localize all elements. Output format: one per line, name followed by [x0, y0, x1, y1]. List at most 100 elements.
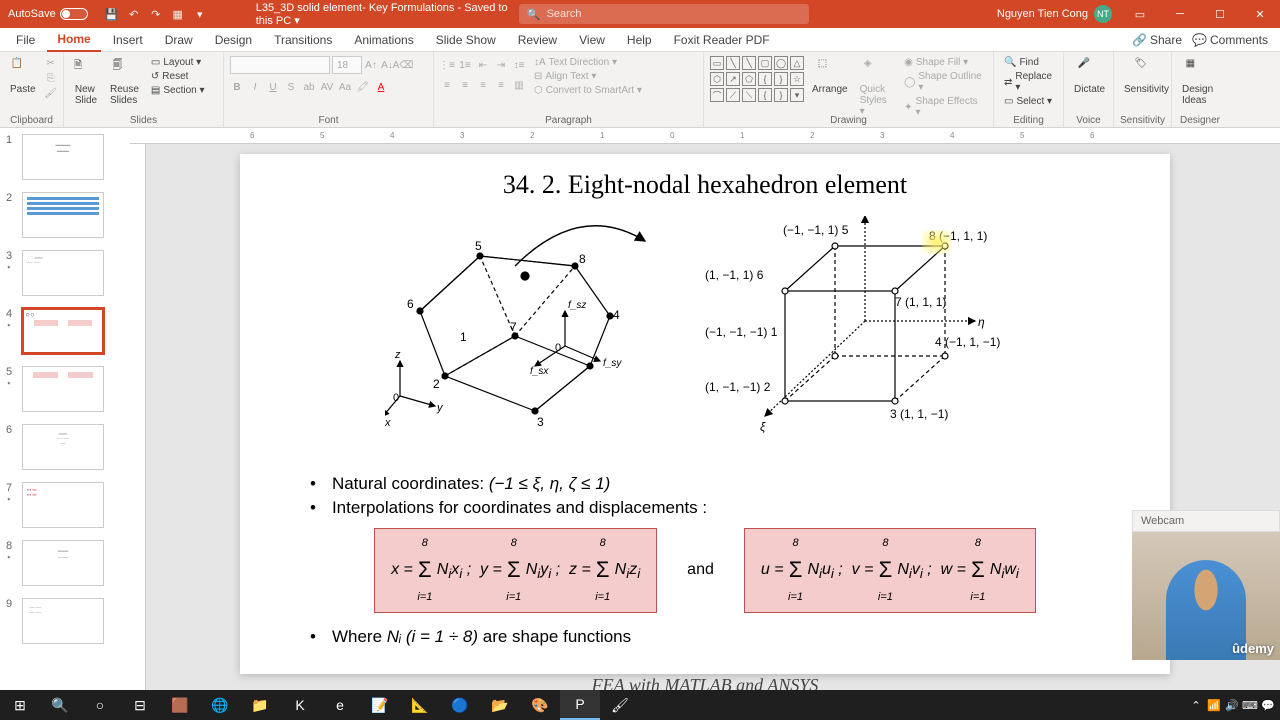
- tab-foxit[interactable]: Foxit Reader PDF: [664, 29, 780, 51]
- tab-transitions[interactable]: Transitions: [264, 29, 342, 51]
- highlight-icon[interactable]: 🖍: [356, 80, 370, 94]
- replace-button[interactable]: ⇄ Replace ▾: [1000, 70, 1057, 94]
- search-input[interactable]: [547, 8, 801, 20]
- explorer-icon[interactable]: 📂: [480, 690, 520, 720]
- align-text-button[interactable]: ⊟ Align Text ▾: [530, 70, 646, 83]
- tab-review[interactable]: Review: [508, 29, 567, 51]
- font-family-input[interactable]: [230, 56, 330, 74]
- shape-fill-button[interactable]: ◉ Shape Fill ▾: [900, 56, 987, 69]
- app-3-icon[interactable]: 📁: [240, 690, 280, 720]
- font-size-input[interactable]: [332, 56, 362, 74]
- diagram-area[interactable]: 1 2 3 4 5 6 7 8 x y z 0 f_sx f_sy f_sz 0: [280, 216, 1130, 466]
- indent-inc-icon[interactable]: ⇥: [494, 58, 508, 72]
- undo-icon[interactable]: ↶: [126, 6, 142, 22]
- slide-canvas[interactable]: 34. 2. Eight-nodal hexahedron element: [240, 154, 1170, 674]
- app-10-icon[interactable]: 🎨: [520, 690, 560, 720]
- slide-thumb-7[interactable]: ▪▪▪ ▪▪▪▪▪▪ ▪▪▪: [22, 482, 104, 528]
- shape-outline-button[interactable]: ◯ Shape Outline ▾: [900, 70, 987, 94]
- new-slide-button[interactable]: 🗎 New Slide: [70, 56, 102, 108]
- slide-thumb-6[interactable]: ═══── ────: [22, 424, 104, 470]
- paint-icon[interactable]: 🖌: [600, 690, 640, 720]
- format-painter-icon[interactable]: 🖌: [44, 86, 58, 100]
- bullets-icon[interactable]: ⋮≡: [440, 58, 454, 72]
- shadow-icon[interactable]: ab: [302, 80, 316, 94]
- text-direction-button[interactable]: ↕A Text Direction ▾: [530, 56, 646, 69]
- user-account[interactable]: Nguyen Tien Cong NT: [989, 5, 1120, 23]
- taskview-icon[interactable]: ⊟: [120, 690, 160, 720]
- arrange-button[interactable]: ⬚ Arrange: [808, 56, 852, 97]
- comments-button[interactable]: 💬 Comments: [1192, 33, 1268, 47]
- tray-up-icon[interactable]: ⌃: [1188, 697, 1204, 713]
- slide-thumb-3[interactable]: ∴ ∵ ═══── ──: [22, 250, 104, 296]
- autosave-control[interactable]: AutoSave: [0, 8, 96, 20]
- case-icon[interactable]: Aa: [338, 80, 352, 94]
- matlab-icon[interactable]: 📐: [400, 690, 440, 720]
- dictate-button[interactable]: 🎤 Dictate: [1070, 56, 1109, 97]
- tab-insert[interactable]: Insert: [103, 29, 153, 51]
- maximize-button[interactable]: ☐: [1200, 0, 1240, 28]
- slide-thumb-2[interactable]: [22, 192, 104, 238]
- smartart-button[interactable]: ⬡ Convert to SmartArt ▾: [530, 84, 646, 97]
- quick-styles-button[interactable]: ◈ Quick Styles ▾: [856, 56, 897, 119]
- formula-xyz[interactable]: x = 8Σi=1 Nixi ; y = 8Σi=1 Niyi ; z = 8Σ…: [374, 528, 657, 613]
- tab-slideshow[interactable]: Slide Show: [426, 29, 506, 51]
- save-icon[interactable]: 💾: [104, 6, 120, 22]
- numbering-icon[interactable]: 1≡: [458, 58, 472, 72]
- horizontal-ruler[interactable]: 6543210123456: [130, 128, 1280, 144]
- indent-dec-icon[interactable]: ⇤: [476, 58, 490, 72]
- find-button[interactable]: 🔍 Find: [1000, 56, 1057, 69]
- tab-help[interactable]: Help: [617, 29, 662, 51]
- autosave-toggle[interactable]: [60, 8, 88, 20]
- ribbon-display-icon[interactable]: ▭: [1120, 0, 1160, 28]
- reuse-slides-button[interactable]: 🗐 Reuse Slides: [106, 56, 143, 108]
- search-box[interactable]: 🔍: [519, 4, 809, 24]
- tray-notif-icon[interactable]: 💬: [1260, 697, 1276, 713]
- webcam-panel[interactable]: Webcam: [1132, 510, 1280, 660]
- slide-thumb-4[interactable]: ⬠ ⬡: [22, 308, 104, 354]
- select-button[interactable]: ▭ Select ▾: [1000, 95, 1057, 108]
- start-button[interactable]: ⊞: [0, 690, 40, 720]
- slide-editor[interactable]: 6543210123456 34. 2. Eight-nodal hexahed…: [130, 128, 1280, 690]
- edge-icon[interactable]: e: [320, 690, 360, 720]
- tab-animations[interactable]: Animations: [344, 29, 423, 51]
- taskbar[interactable]: ⊞ 🔍 ○ ⊟ 🟫 🌐 📁 K e 📝 📐 🔵 📂 🎨 P 🖌 ⌃ 📶 🔊 ⌨ …: [0, 690, 1280, 720]
- from-beginning-icon[interactable]: ▦: [170, 6, 186, 22]
- tab-file[interactable]: File: [6, 29, 45, 51]
- slide-thumb-5[interactable]: [22, 366, 104, 412]
- section-button[interactable]: ▤ Section ▾: [147, 84, 209, 97]
- design-ideas-button[interactable]: ▦ Design Ideas: [1178, 56, 1217, 108]
- increase-font-icon[interactable]: A↑: [364, 58, 378, 72]
- clear-format-icon[interactable]: A⌫: [396, 58, 410, 72]
- paste-button[interactable]: 📋 Paste: [6, 56, 40, 97]
- font-color-icon[interactable]: A: [374, 80, 388, 94]
- slide-footer[interactable]: FEA with MATLAB and ANSYS: [280, 675, 1130, 690]
- italic-icon[interactable]: I: [248, 80, 262, 94]
- powerpoint-icon[interactable]: P: [560, 690, 600, 720]
- bold-icon[interactable]: B: [230, 80, 244, 94]
- slide-title[interactable]: 34. 2. Eight-nodal hexahedron element: [280, 170, 1130, 200]
- align-left-icon[interactable]: ≡: [440, 78, 454, 92]
- tab-draw[interactable]: Draw: [155, 29, 203, 51]
- slide-thumb-9[interactable]: ── ──── ──: [22, 598, 104, 644]
- tray-volume-icon[interactable]: 🔊: [1224, 697, 1240, 713]
- columns-icon[interactable]: ▥: [512, 78, 526, 92]
- close-button[interactable]: ✕: [1240, 0, 1280, 28]
- chrome-icon[interactable]: 🌐: [200, 690, 240, 720]
- align-center-icon[interactable]: ≡: [458, 78, 472, 92]
- minimize-button[interactable]: ─: [1160, 0, 1200, 28]
- tab-home[interactable]: Home: [47, 28, 100, 52]
- search-taskbar-icon[interactable]: 🔍: [40, 690, 80, 720]
- shapes-gallery[interactable]: ▭╲╲▢◯△ ⬡↗⬠{}☆ ⌒⟋⟍{}▾: [710, 56, 804, 102]
- spacing-icon[interactable]: AV: [320, 80, 334, 94]
- underline-icon[interactable]: U: [266, 80, 280, 94]
- slide-thumbnails-panel[interactable]: 1━━━━━━━━━ 2 3⋆∴ ∵ ═══── ── 4⋆⬠ ⬡ 5⋆ 6══…: [0, 128, 130, 690]
- reset-button[interactable]: ↺ Reset: [147, 70, 209, 83]
- qat-more-icon[interactable]: ▾: [192, 6, 208, 22]
- tab-design[interactable]: Design: [205, 29, 262, 51]
- bullet-3[interactable]: • Where Nᵢ (i = 1 ÷ 8) are shape functio…: [310, 627, 1130, 647]
- cut-icon[interactable]: ✂: [44, 56, 58, 70]
- bullet-2[interactable]: • Interpolations for coordinates and dis…: [310, 498, 1130, 518]
- copy-icon[interactable]: ⎘: [44, 71, 58, 85]
- tray-network-icon[interactable]: 📶: [1206, 697, 1222, 713]
- vertical-ruler[interactable]: [130, 144, 146, 690]
